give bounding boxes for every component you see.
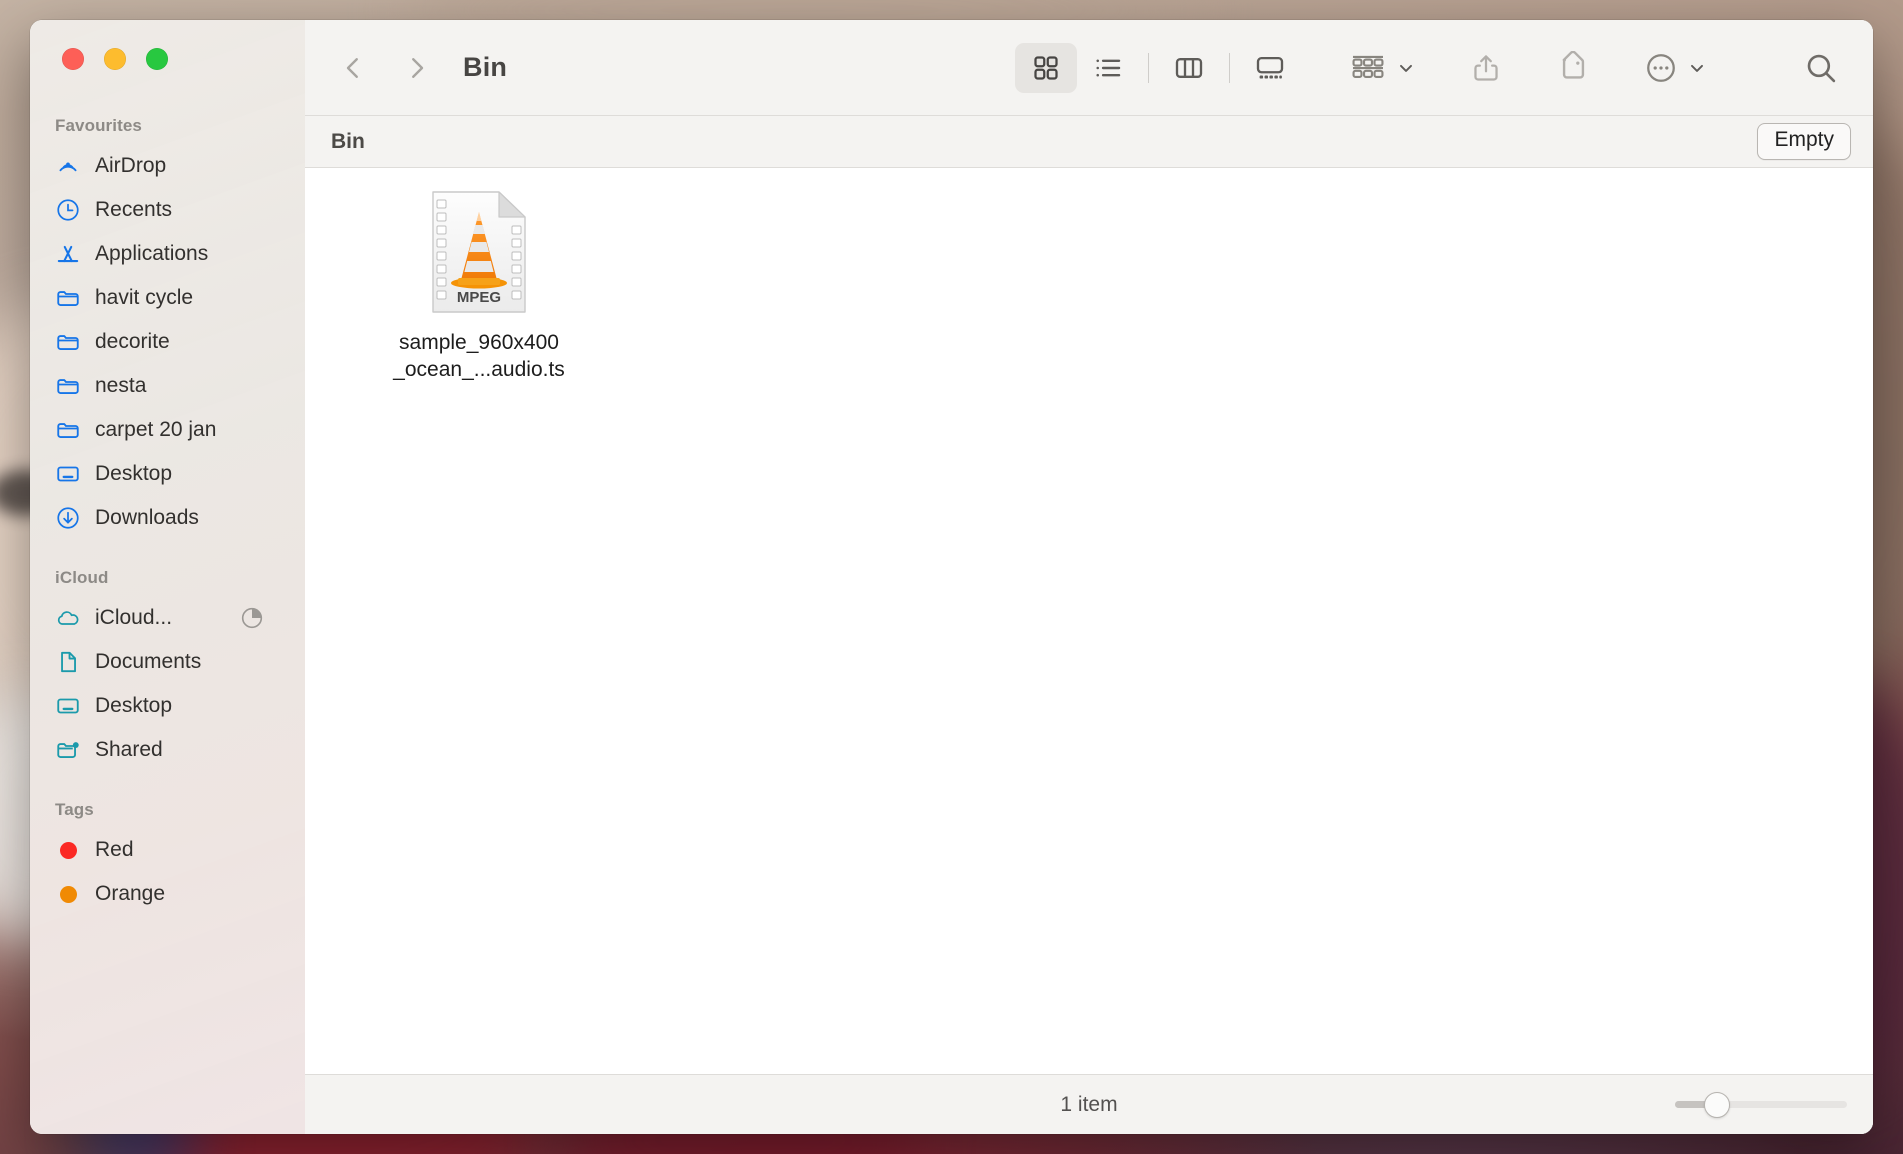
view-mode-gallery-button[interactable] bbox=[1239, 43, 1301, 93]
sidebar-item-documents[interactable]: Documents bbox=[30, 640, 305, 684]
sidebar-item-label: Desktop bbox=[95, 694, 173, 717]
sidebar-item-airdrop[interactable]: AirDrop bbox=[30, 144, 305, 188]
folder-icon bbox=[55, 417, 81, 443]
sidebar-item-label: Documents bbox=[95, 650, 202, 673]
sidebar-item-label: Shared bbox=[95, 738, 163, 761]
sidebar-section-title-favourites: Favourites bbox=[55, 116, 142, 135]
sidebar-item-label: Recents bbox=[95, 198, 173, 221]
svg-text:MPEG: MPEG bbox=[457, 289, 501, 306]
document-icon bbox=[55, 649, 81, 675]
view-mode-segmented-control bbox=[1015, 42, 1301, 93]
sidebar: Favourites AirDrop Recents Applications … bbox=[30, 20, 305, 1134]
forward-button[interactable] bbox=[393, 44, 441, 92]
icloud-icon bbox=[55, 605, 81, 631]
minimize-button[interactable] bbox=[104, 48, 126, 70]
sidebar-item-decorite[interactable]: decorite bbox=[30, 320, 305, 364]
main-content: Bin Bin Empty MPEG sample_960x400 _ocean… bbox=[305, 20, 1873, 1134]
search-button[interactable] bbox=[1797, 42, 1845, 94]
more-actions-button[interactable] bbox=[1638, 42, 1713, 94]
airdrop-icon bbox=[55, 153, 81, 179]
sidebar-group-tags: Tags Red Orange bbox=[30, 800, 305, 916]
breadcrumb: Bin bbox=[331, 129, 365, 153]
tag-dot-icon bbox=[55, 837, 81, 863]
vlc-mpeg-file-icon: MPEG bbox=[431, 190, 527, 314]
shared-folder-icon bbox=[55, 737, 81, 763]
sidebar-item-label: AirDrop bbox=[95, 154, 167, 177]
folder-icon bbox=[55, 285, 81, 311]
sidebar-item-applications[interactable]: Applications bbox=[30, 232, 305, 276]
sidebar-group-favourites: Favourites AirDrop Recents Applications … bbox=[30, 116, 305, 540]
empty-bin-button[interactable]: Empty bbox=[1757, 123, 1851, 160]
folder-icon bbox=[55, 373, 81, 399]
sidebar-item-label: iCloud... bbox=[95, 606, 173, 629]
sidebar-item-label: nesta bbox=[95, 374, 147, 397]
sidebar-item-carpet-20-jan[interactable]: carpet 20 jan bbox=[30, 408, 305, 452]
back-button[interactable] bbox=[329, 44, 377, 92]
file-name-label: sample_960x400 _ocean_...audio.ts bbox=[393, 331, 565, 381]
applications-icon bbox=[55, 241, 81, 267]
page-title: Bin bbox=[463, 52, 508, 82]
window-controls bbox=[62, 48, 168, 70]
sidebar-item-label: Desktop bbox=[95, 462, 173, 485]
chevron-down-icon bbox=[1400, 64, 1412, 72]
view-mode-list-button[interactable] bbox=[1077, 43, 1139, 93]
chevron-down-icon bbox=[1691, 64, 1703, 72]
sidebar-section-title-tags: Tags bbox=[55, 800, 94, 819]
desktop-icon bbox=[55, 693, 81, 719]
sidebar-item-shared[interactable]: Shared bbox=[30, 728, 305, 772]
group-by-button[interactable] bbox=[1343, 42, 1422, 94]
sidebar-item-tag-red[interactable]: Red bbox=[30, 828, 305, 872]
sidebar-group-icloud: iCloud iCloud... Documents Desktop Share… bbox=[30, 568, 305, 772]
sidebar-item-tag-orange[interactable]: Orange bbox=[30, 872, 305, 916]
tag-button[interactable] bbox=[1550, 42, 1596, 94]
sidebar-item-icloud-drive[interactable]: iCloud... bbox=[30, 596, 305, 640]
toolbar-divider bbox=[1148, 52, 1149, 83]
finder-window: Favourites AirDrop Recents Applications … bbox=[30, 20, 1873, 1134]
sidebar-item-desktop[interactable]: Desktop bbox=[30, 452, 305, 496]
sidebar-item-icloud-desktop[interactable]: Desktop bbox=[30, 684, 305, 728]
icon-size-slider[interactable] bbox=[1675, 1091, 1847, 1118]
clock-icon bbox=[55, 197, 81, 223]
downloads-icon bbox=[55, 505, 81, 531]
file-grid: MPEG sample_960x400 _ocean_...audio.ts bbox=[305, 168, 1873, 1074]
tag-dot-icon bbox=[55, 881, 81, 907]
desktop-icon bbox=[55, 461, 81, 487]
sidebar-item-downloads[interactable]: Downloads bbox=[30, 496, 305, 540]
path-bar: Bin Empty bbox=[305, 116, 1873, 168]
item-count-label: 1 item bbox=[1060, 1092, 1118, 1116]
close-button[interactable] bbox=[62, 48, 84, 70]
sidebar-item-label: decorite bbox=[95, 330, 170, 353]
share-button[interactable] bbox=[1464, 42, 1508, 94]
sidebar-item-label: Downloads bbox=[95, 506, 199, 529]
slider-thumb[interactable] bbox=[1704, 1091, 1731, 1118]
maximize-button[interactable] bbox=[146, 48, 168, 70]
toolbar: Bin bbox=[305, 20, 1873, 116]
sidebar-section-title-icloud: iCloud bbox=[55, 568, 109, 587]
sidebar-item-recents[interactable]: Recents bbox=[30, 188, 305, 232]
sidebar-item-havit-cycle[interactable]: havit cycle bbox=[30, 276, 305, 320]
sidebar-item-label: havit cycle bbox=[95, 286, 194, 309]
sidebar-item-label: Red bbox=[95, 838, 134, 861]
view-mode-icon-button[interactable] bbox=[1015, 42, 1077, 93]
icloud-sync-progress-icon bbox=[239, 605, 265, 631]
view-mode-column-button[interactable] bbox=[1158, 43, 1220, 93]
file-item[interactable]: MPEG sample_960x400 _ocean_...audio.ts bbox=[363, 190, 595, 384]
sidebar-item-label: Orange bbox=[95, 882, 166, 905]
sidebar-item-label: Applications bbox=[95, 242, 209, 265]
status-bar: 1 item bbox=[305, 1074, 1873, 1134]
toolbar-divider bbox=[1229, 52, 1230, 83]
sidebar-item-nesta[interactable]: nesta bbox=[30, 364, 305, 408]
sidebar-item-label: carpet 20 jan bbox=[95, 418, 217, 441]
folder-icon bbox=[55, 329, 81, 355]
